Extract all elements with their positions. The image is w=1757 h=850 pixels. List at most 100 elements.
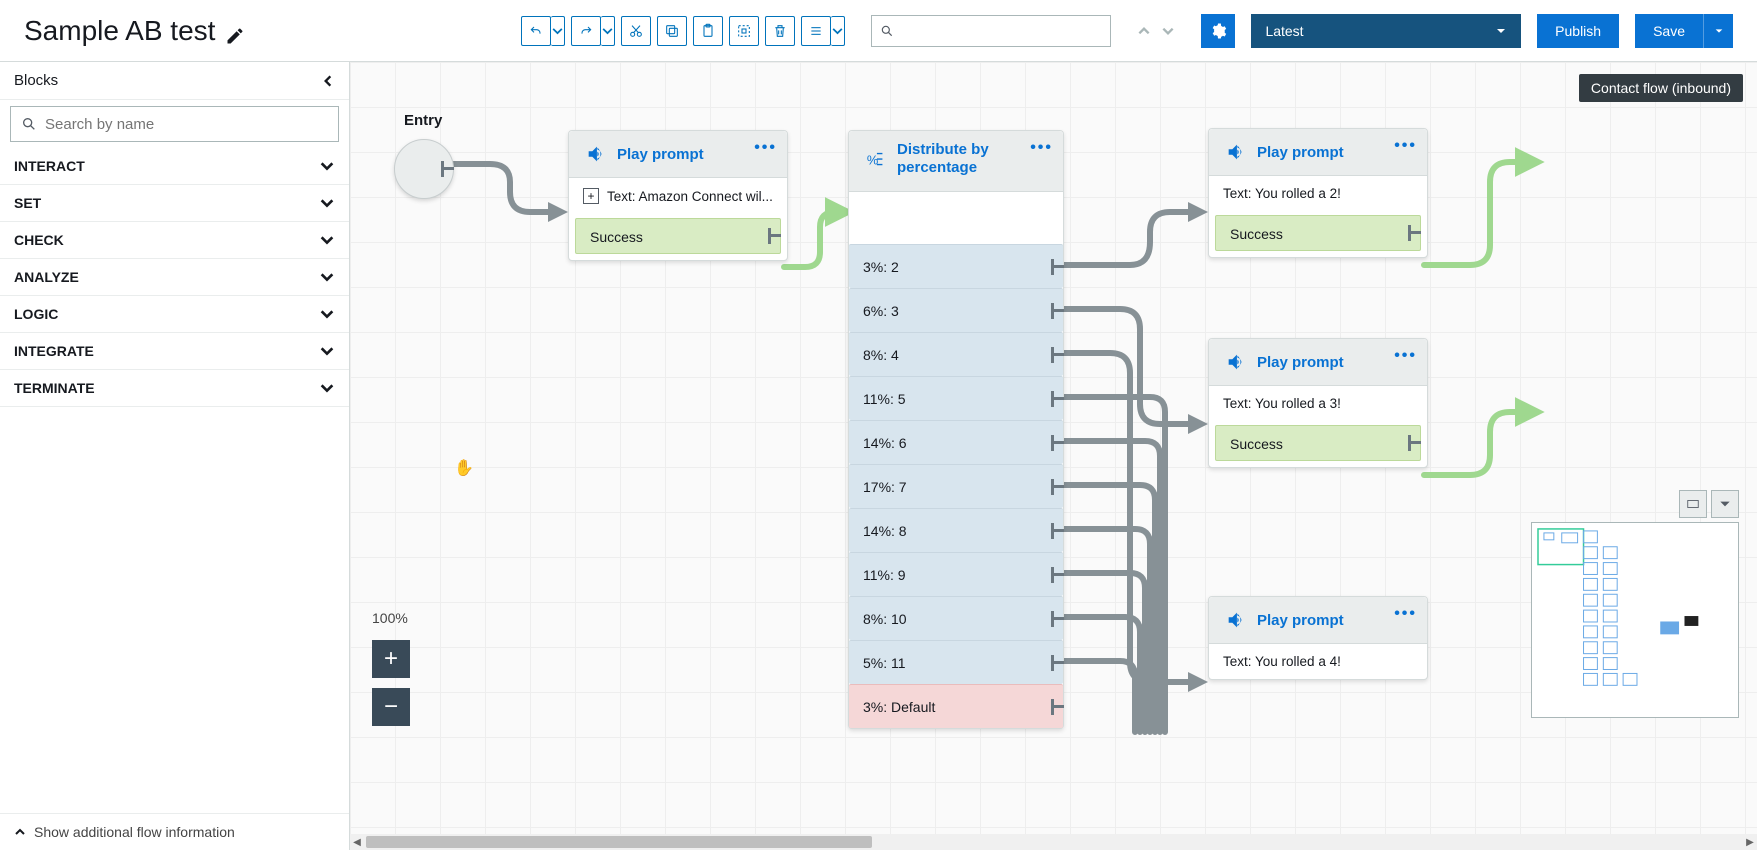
chevron-down-icon	[319, 380, 335, 396]
edit-title-icon[interactable]	[225, 21, 245, 41]
chevron-down-icon	[319, 232, 335, 248]
output-port[interactable]	[1051, 347, 1065, 363]
category-set[interactable]: SET	[0, 185, 349, 222]
output-port[interactable]	[1051, 391, 1065, 407]
scroll-thumb[interactable]	[366, 836, 872, 848]
node-menu-icon[interactable]: •••	[1030, 139, 1053, 157]
node-body: + Text: Amazon Connect wil...	[569, 178, 787, 214]
node-play-prompt-3[interactable]: Play prompt ••• Text: You rolled a 3! Su…	[1208, 338, 1428, 468]
category-integrate[interactable]: INTEGRATE	[0, 333, 349, 370]
chevron-up-icon	[14, 826, 26, 838]
node-header[interactable]: Play prompt •••	[1209, 597, 1427, 644]
category-analyze[interactable]: ANALYZE	[0, 259, 349, 296]
body-text: Text: You rolled a 3!	[1223, 396, 1341, 411]
horizontal-scrollbar[interactable]: ◀ ▶	[350, 834, 1757, 850]
port-row[interactable]: 5%: 11	[849, 640, 1063, 684]
node-header[interactable]: Play prompt •••	[1209, 339, 1427, 386]
search-icon	[21, 116, 37, 132]
port-row[interactable]: 3%: 2	[849, 244, 1063, 288]
node-header[interactable]: Play prompt •••	[1209, 129, 1427, 176]
output-port[interactable]	[1051, 655, 1065, 671]
fit-view-button[interactable]	[1679, 490, 1707, 518]
node-header[interactable]: Play prompt •••	[569, 131, 787, 178]
minimap[interactable]	[1531, 522, 1739, 718]
node-menu-icon[interactable]: •••	[1394, 347, 1417, 365]
search-prev-icon[interactable]	[1137, 24, 1151, 38]
port-row[interactable]: 8%: 10	[849, 596, 1063, 640]
output-port[interactable]	[1408, 435, 1422, 451]
node-header[interactable]: % Distribute by percentage •••	[849, 131, 1063, 192]
delete-button[interactable]	[765, 16, 795, 46]
save-button[interactable]: Save	[1635, 14, 1703, 48]
port-default[interactable]: 3%: Default	[849, 684, 1063, 728]
search-input[interactable]	[900, 23, 1102, 39]
zoom-level: 100%	[372, 610, 408, 626]
scroll-left-icon[interactable]: ◀	[350, 834, 364, 850]
paste-button[interactable]	[693, 16, 723, 46]
sidebar-search-input[interactable]	[45, 116, 328, 133]
output-port[interactable]	[441, 161, 455, 177]
entry-node[interactable]: Entry	[394, 112, 454, 199]
select-all-button[interactable]	[729, 16, 759, 46]
sidebar-search[interactable]	[10, 106, 339, 142]
port-row[interactable]: 6%: 3	[849, 288, 1063, 332]
node-play-prompt-1[interactable]: Play prompt ••• + Text: Amazon Connect w…	[568, 130, 788, 261]
category-logic[interactable]: LOGIC	[0, 296, 349, 333]
output-port[interactable]	[1051, 611, 1065, 627]
save-dropdown[interactable]	[1703, 14, 1733, 48]
zoom-out-button[interactable]: −	[372, 688, 410, 726]
expand-icon[interactable]: +	[583, 188, 599, 204]
redo-dropdown[interactable]	[601, 16, 615, 46]
version-dropdown[interactable]: Latest	[1251, 14, 1521, 48]
output-port[interactable]	[1051, 523, 1065, 539]
redo-button[interactable]	[571, 16, 601, 46]
category-interact[interactable]: INTERACT	[0, 148, 349, 185]
show-flow-info[interactable]: Show additional flow information	[0, 813, 349, 850]
output-port[interactable]	[1051, 259, 1065, 275]
layout-dropdown[interactable]	[831, 16, 845, 46]
layout-button[interactable]	[801, 16, 831, 46]
port-row[interactable]: 11%: 9	[849, 552, 1063, 596]
category-terminate[interactable]: TERMINATE	[0, 370, 349, 407]
undo-button[interactable]	[521, 16, 551, 46]
zoom-in-button[interactable]: +	[372, 640, 410, 678]
cut-button[interactable]	[621, 16, 651, 46]
collapse-sidebar-icon[interactable]	[321, 74, 335, 88]
category-check[interactable]: CHECK	[0, 222, 349, 259]
scroll-right-icon[interactable]: ▶	[1743, 834, 1757, 850]
port-success[interactable]: Success	[575, 218, 781, 254]
port-row[interactable]: 14%: 8	[849, 508, 1063, 552]
output-port[interactable]	[1051, 567, 1065, 583]
minimap-toggle[interactable]	[1711, 490, 1739, 518]
output-port[interactable]	[768, 228, 782, 244]
output-port[interactable]	[1051, 699, 1065, 715]
copy-button[interactable]	[657, 16, 687, 46]
port-row[interactable]: 8%: 4	[849, 332, 1063, 376]
body-text: Text: You rolled a 2!	[1223, 186, 1341, 201]
output-port[interactable]	[1051, 435, 1065, 451]
entry-circle[interactable]	[394, 139, 454, 199]
svg-text:%: %	[867, 153, 878, 168]
node-play-prompt-2[interactable]: Play prompt ••• Text: You rolled a 2! Su…	[1208, 128, 1428, 258]
port-row[interactable]: 11%: 5	[849, 376, 1063, 420]
node-menu-icon[interactable]: •••	[1394, 137, 1417, 155]
speaker-icon	[1225, 141, 1247, 163]
port-success[interactable]: Success	[1215, 425, 1421, 461]
undo-dropdown[interactable]	[551, 16, 565, 46]
node-distribute[interactable]: % Distribute by percentage ••• 3%: 2 6%:…	[848, 130, 1064, 729]
output-port[interactable]	[1051, 303, 1065, 319]
publish-button[interactable]: Publish	[1537, 14, 1619, 48]
port-success[interactable]: Success	[1215, 215, 1421, 251]
node-menu-icon[interactable]: •••	[1394, 605, 1417, 623]
port-row[interactable]: 14%: 6	[849, 420, 1063, 464]
toolbar-search[interactable]	[871, 15, 1111, 47]
node-menu-icon[interactable]: •••	[754, 139, 777, 157]
settings-button[interactable]	[1201, 14, 1235, 48]
canvas[interactable]: Contact flow (inbound) Entry	[350, 62, 1757, 850]
search-next-icon[interactable]	[1161, 24, 1175, 38]
node-play-prompt-4[interactable]: Play prompt ••• Text: You rolled a 4!	[1208, 596, 1428, 680]
output-port[interactable]	[1051, 479, 1065, 495]
cat-label: SET	[14, 195, 41, 211]
output-port[interactable]	[1408, 225, 1422, 241]
port-row[interactable]: 17%: 7	[849, 464, 1063, 508]
